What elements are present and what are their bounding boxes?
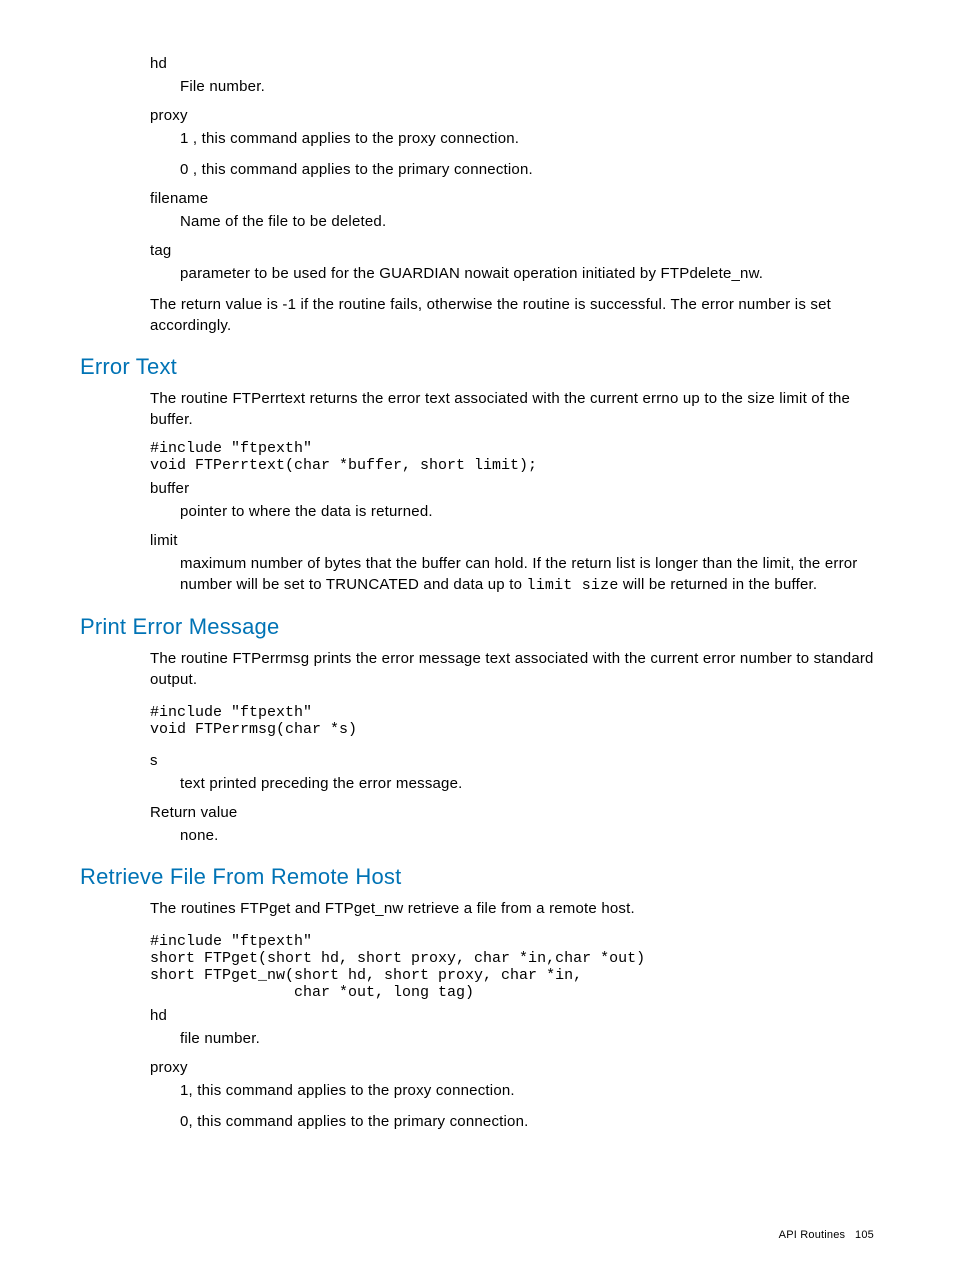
retrieve-proxy-1: 1, this command applies to the proxy con… xyxy=(180,1080,874,1101)
param-tag-label: tag xyxy=(150,242,874,259)
param-hd-label: hd xyxy=(150,55,874,72)
heading-error-text: Error Text xyxy=(80,354,874,380)
param-proxy-label: proxy xyxy=(150,107,874,124)
param-buffer-label: buffer xyxy=(150,480,874,497)
print-error-intro: The routine FTPerrmsg prints the error m… xyxy=(150,648,874,690)
heading-retrieve: Retrieve File From Remote Host xyxy=(80,864,874,890)
print-error-code: #include "ftpexth" void FTPerrmsg(char *… xyxy=(150,704,874,738)
param-filename-label: filename xyxy=(150,190,874,207)
param-proxy-0: 0 , this command applies to the primary … xyxy=(180,159,874,180)
param-s-def: text printed preceding the error message… xyxy=(180,773,874,794)
retrieve-hd-def: file number. xyxy=(180,1028,874,1049)
page-footer: API Routines 105 xyxy=(779,1229,874,1241)
limit-def-mono: limit size xyxy=(527,577,619,594)
retrieve-code: #include "ftpexth" short FTPget(short hd… xyxy=(150,933,874,1001)
param-tag-def: parameter to be used for the GUARDIAN no… xyxy=(180,263,874,284)
return-label: Return value xyxy=(150,804,874,821)
limit-def-post: will be returned in the buffer. xyxy=(619,576,818,593)
return-value: none. xyxy=(180,825,874,846)
param-hd-def: File number. xyxy=(180,76,874,97)
footer-page-number: 105 xyxy=(855,1229,874,1241)
param-limit-def: maximum number of bytes that the buffer … xyxy=(180,553,874,596)
error-text-intro: The routine FTPerrtext returns the error… xyxy=(150,388,874,430)
param-limit-label: limit xyxy=(150,532,874,549)
retrieve-hd-label: hd xyxy=(150,1007,874,1024)
param-proxy-1: 1 , this command applies to the proxy co… xyxy=(180,128,874,149)
param-s-label: s xyxy=(150,752,874,769)
page-body: hd File number. proxy 1 , this command a… xyxy=(0,0,954,1182)
retrieve-intro: The routines FTPget and FTPget_nw retrie… xyxy=(150,898,874,919)
return-value-text: The return value is -1 if the routine fa… xyxy=(150,294,874,336)
heading-print-error: Print Error Message xyxy=(80,614,874,640)
retrieve-proxy-0: 0, this command applies to the primary c… xyxy=(180,1111,874,1132)
error-text-code: #include "ftpexth" void FTPerrtext(char … xyxy=(150,440,874,474)
param-buffer-def: pointer to where the data is returned. xyxy=(180,501,874,522)
footer-section: API Routines xyxy=(779,1229,846,1241)
retrieve-proxy-label: proxy xyxy=(150,1059,874,1076)
param-filename-def: Name of the file to be deleted. xyxy=(180,211,874,232)
